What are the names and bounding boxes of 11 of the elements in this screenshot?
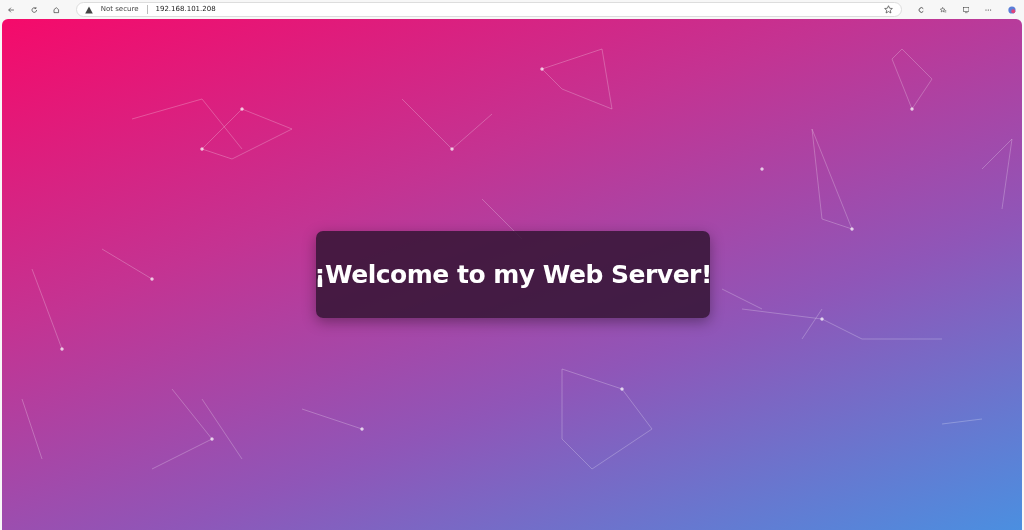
home-icon[interactable] [53, 4, 60, 15]
more-icon[interactable] [985, 7, 993, 12]
welcome-heading: ¡Welcome to my Web Server! [314, 259, 712, 290]
back-icon[interactable] [8, 4, 15, 15]
star-icon[interactable] [883, 5, 893, 14]
extension-icon[interactable] [917, 4, 925, 15]
profile-icon[interactable] [1008, 3, 1016, 16]
warning-icon[interactable] [84, 5, 93, 14]
favorites-icon[interactable] [940, 4, 947, 15]
screenshot-icon[interactable] [962, 4, 970, 15]
reload-icon[interactable] [30, 4, 38, 15]
